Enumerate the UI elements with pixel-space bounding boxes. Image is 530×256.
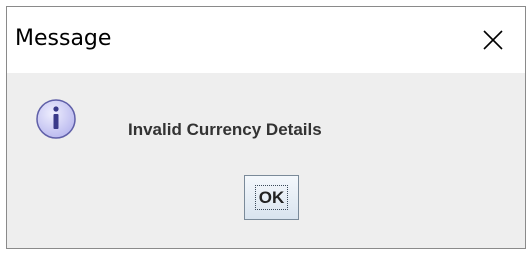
title-bar: Message [7,7,525,73]
close-button[interactable] [461,7,525,73]
message-text: Invalid Currency Details [128,120,322,139]
message-dialog: Message Invalid Currency Details OK [6,6,526,249]
close-icon [483,30,503,50]
info-icon [34,97,78,146]
ok-button[interactable]: OK [244,175,299,220]
window-title: Message [15,26,112,51]
ok-button-label: OK [254,185,289,210]
